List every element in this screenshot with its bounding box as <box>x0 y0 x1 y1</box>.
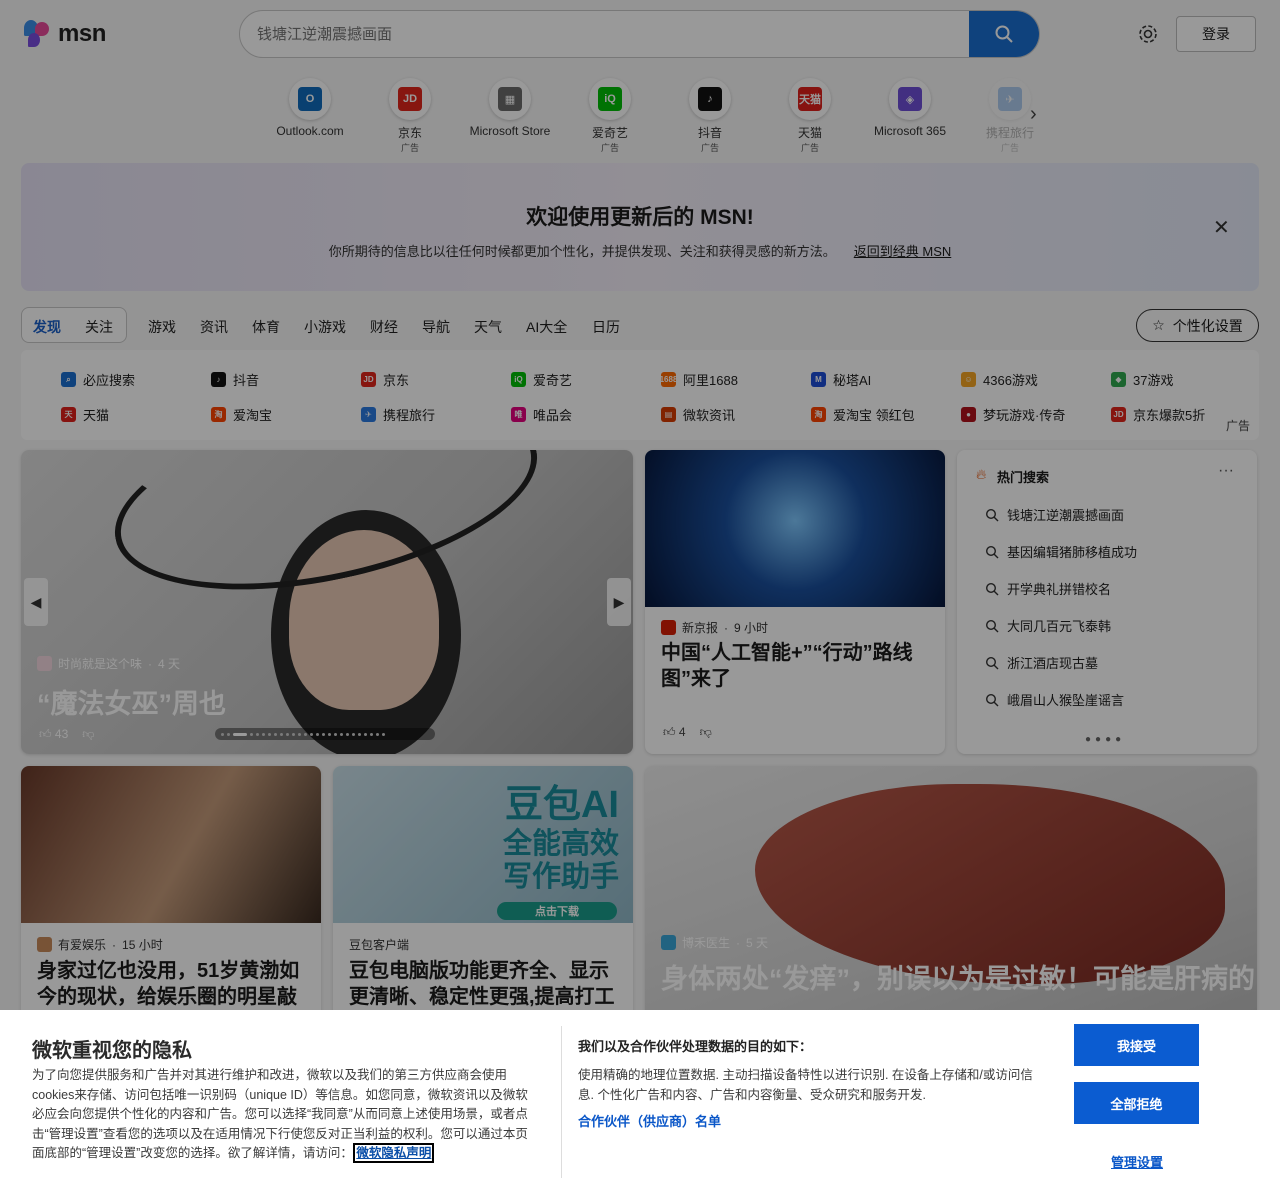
privacy-consent-dialog: 微软重视您的隐私 为了向您提供服务和广告并对其进行维护和改进，微软以及我们的第三… <box>0 1010 1280 1195</box>
purpose-title: 我们以及合作伙伴处理数据的目的如下： <box>578 1039 813 1054</box>
purpose-text: 使用精确的地理位置数据. 主动扫描设备特性以进行识别. 在设备上存储和/或访问信… <box>578 1068 1033 1102</box>
privacy-statement-link[interactable]: 微软隐私声明 <box>353 1143 435 1163</box>
divider <box>561 1026 562 1178</box>
privacy-text: 为了向您提供服务和广告并对其进行维护和改进，微软以及我们的第三方供应商会使用 c… <box>32 1066 538 1164</box>
accept-button[interactable]: 我接受 <box>1074 1024 1199 1066</box>
partners-link[interactable]: 合作伙伴（供应商）名单 <box>578 1111 721 1130</box>
manage-settings-link[interactable]: 管理设置 <box>1111 1152 1163 1171</box>
reject-all-button[interactable]: 全部拒绝 <box>1074 1082 1199 1124</box>
privacy-title: 微软重视您的隐私 <box>32 1040 192 1062</box>
privacy-body: 为了向您提供服务和广告并对其进行维护和改进，微软以及我们的第三方供应商会使用 c… <box>32 1068 528 1160</box>
